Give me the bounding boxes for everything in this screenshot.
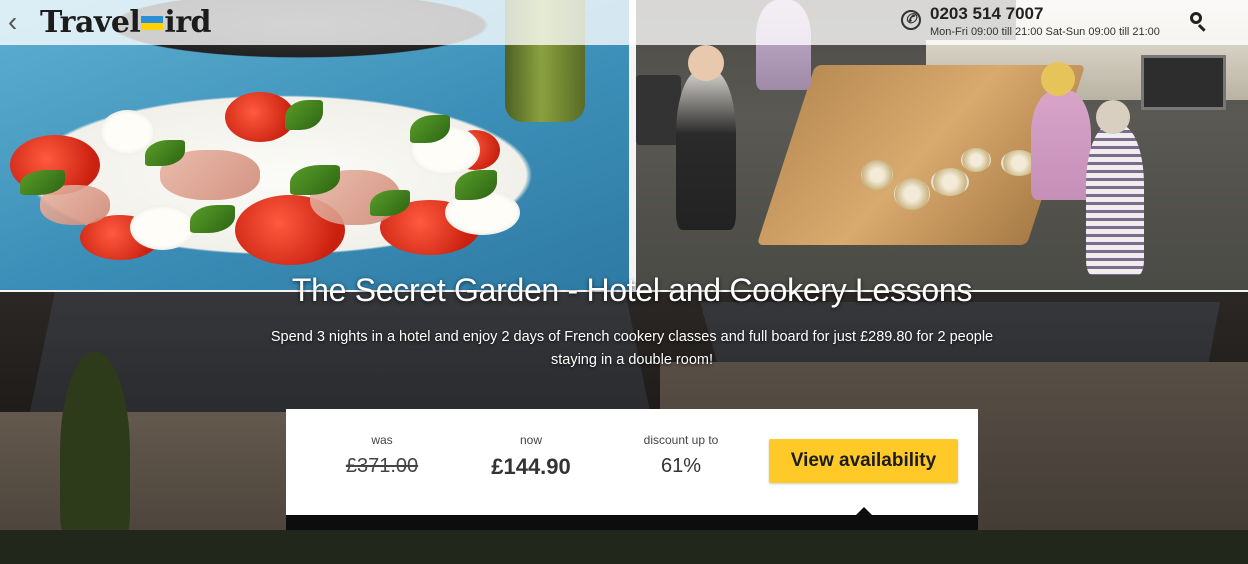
offer-description: Spend 3 nights in a hotel and enjoy 2 da… (250, 326, 1014, 372)
travelbird-logo[interactable]: Travel ird (40, 4, 211, 42)
bin-shape (636, 75, 681, 145)
search-icon[interactable] (1187, 10, 1211, 34)
logo-text-right: ird (164, 5, 211, 40)
discount-value: 61% (660, 455, 702, 477)
person-head-shape (1041, 62, 1075, 96)
logo-flag-icon (141, 16, 164, 30)
now-value: £144.90 (491, 454, 571, 479)
plate-shape (894, 178, 930, 210)
discount-label: discount up to (643, 433, 719, 447)
was-price: was £371.00 (332, 433, 432, 478)
logo-text-left: Travel (40, 5, 141, 40)
price-panel-footer-bar (286, 515, 978, 530)
person-head-shape (1096, 100, 1130, 134)
plate-shape (861, 160, 893, 190)
was-label: was (371, 433, 393, 447)
person-shape (676, 70, 736, 230)
phone-hours: Mon-Fri 09:00 till 21:00 Sat-Sun 09:00 t… (930, 26, 1160, 38)
view-availability-button[interactable]: View availability (769, 439, 958, 483)
chevron-left-icon[interactable]: ‹ (8, 8, 28, 36)
discount: discount up to 61% (626, 433, 736, 478)
person-shape (1031, 90, 1091, 200)
plate-shape (961, 148, 991, 172)
was-value: £371.00 (345, 455, 419, 477)
now-label: now (519, 433, 542, 447)
person-shape (1086, 125, 1144, 275)
now-price: now £144.90 (466, 433, 596, 480)
basil-shape (285, 100, 323, 130)
mozzarella-shape (130, 205, 195, 250)
price-panel: was £371.00 now £144.90 discount up to 6… (286, 409, 978, 515)
offer-description-line: staying in a double room! (550, 352, 713, 368)
phone-icon: ✆ (901, 10, 921, 30)
basil-shape (190, 205, 235, 233)
notch-pointer-icon (855, 507, 873, 516)
site-header: ‹ Travel ird ✆ 0203 514 7007 Mon-Fri 09:0… (0, 0, 1248, 45)
page-title: The Secret Garden - Hotel and Cookery Le… (291, 272, 973, 308)
stove-shape (1141, 55, 1226, 110)
plate-shape (931, 168, 969, 196)
person-head-shape (688, 45, 724, 81)
offer-description-line: Spend 3 nights in a hotel and enjoy 2 da… (270, 329, 994, 345)
phone-number[interactable]: 0203 514 7007 (930, 4, 1043, 24)
